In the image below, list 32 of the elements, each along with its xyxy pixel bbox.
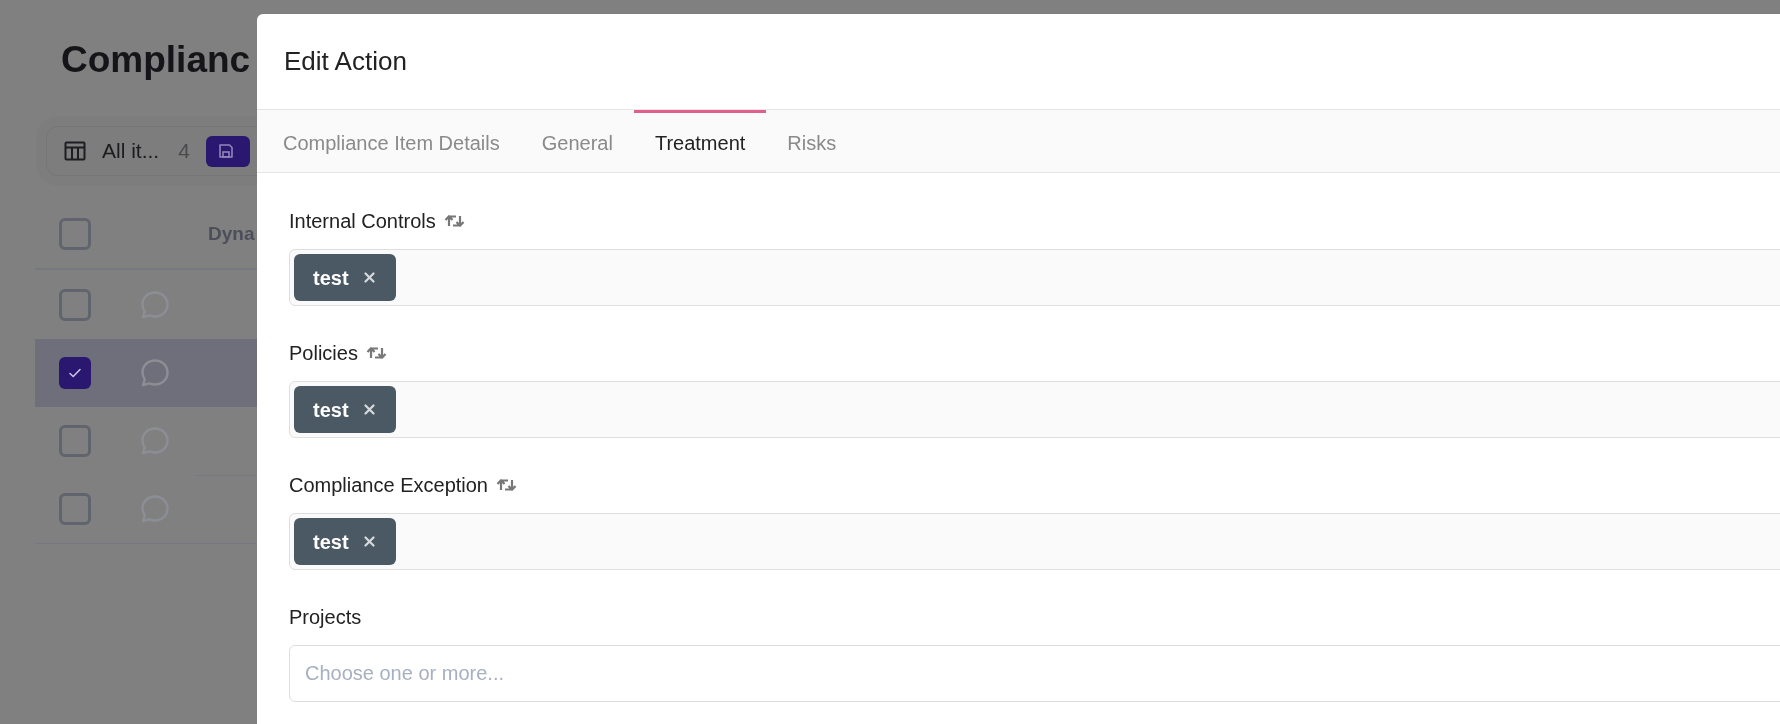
tab[interactable]: Compliance Item Details [262, 110, 521, 172]
checkbox[interactable] [59, 425, 91, 457]
save-view-button[interactable] [205, 135, 250, 167]
selected-table-row[interactable] [35, 339, 257, 407]
view-name[interactable]: All it... [102, 135, 160, 167]
sync-icon[interactable] [496, 477, 518, 493]
checkbox[interactable] [59, 493, 91, 525]
tab[interactable]: Risks [766, 110, 858, 172]
field-label: Projects [289, 605, 362, 630]
field-label: Policies [289, 341, 358, 366]
close-icon[interactable] [363, 272, 375, 283]
sync-icon[interactable] [443, 213, 466, 229]
checkbox[interactable] [59, 289, 91, 321]
tag-select-field[interactable]: test [289, 249, 1780, 306]
checkbox[interactable] [59, 218, 91, 250]
table-icon [64, 141, 86, 161]
close-icon[interactable] [363, 404, 375, 415]
checkbox[interactable] [59, 357, 91, 389]
dialog-title: Edit Action [284, 45, 407, 78]
tag-label: test [313, 529, 349, 555]
page-title: Complianc [61, 38, 251, 82]
input-field[interactable]: Choose one or more... [289, 645, 1780, 702]
save-icon [217, 143, 234, 159]
tag-select-field[interactable]: test [289, 513, 1780, 570]
tag-select-field[interactable]: test [289, 381, 1780, 438]
field-label: Compliance Exception [289, 473, 488, 498]
tag-label: test [313, 397, 349, 423]
tab[interactable]: General [520, 110, 634, 172]
close-icon[interactable] [363, 536, 375, 547]
field-label: Internal Controls [289, 209, 436, 234]
sync-icon[interactable] [365, 345, 388, 361]
tag-label: test [313, 265, 349, 291]
